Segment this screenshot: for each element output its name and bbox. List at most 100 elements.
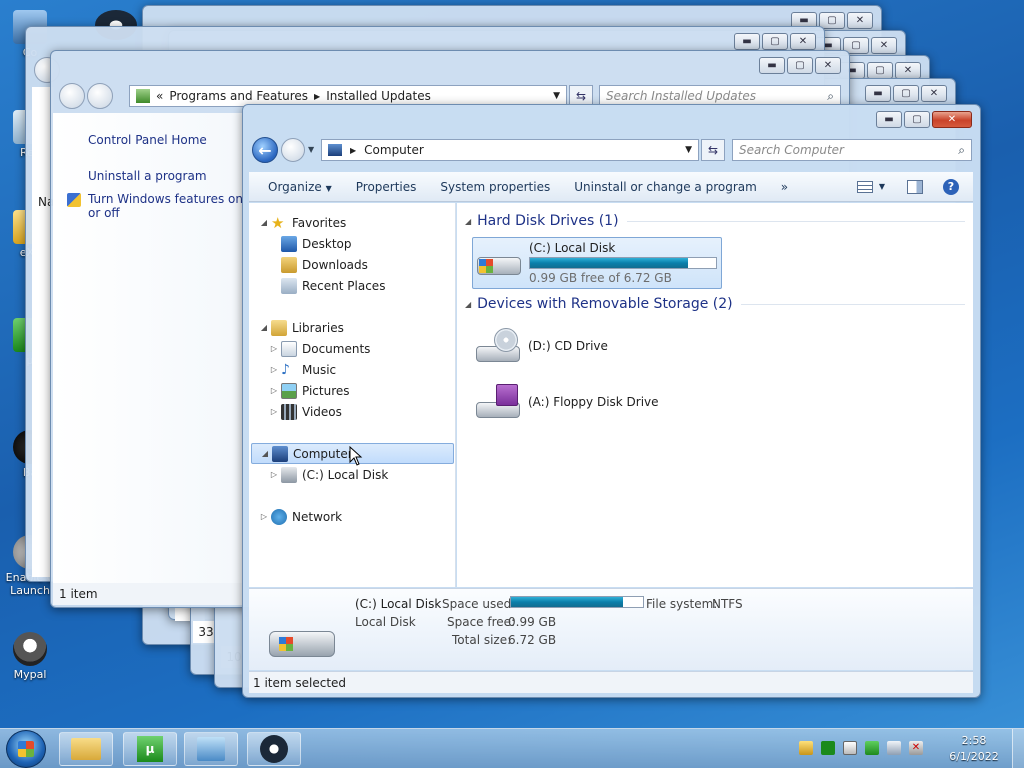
maximize-button[interactable]: ▢ — [893, 85, 919, 102]
close-button[interactable]: ✕ — [871, 37, 897, 54]
document-tray-icon[interactable] — [843, 741, 857, 755]
back-button[interactable]: ← — [252, 137, 278, 163]
desktop-icon-mypal[interactable]: Mypal — [0, 632, 60, 681]
clock[interactable]: 2:58 6/1/2022 — [944, 733, 1004, 765]
maximize-button[interactable]: ▢ — [904, 111, 930, 128]
close-button[interactable]: ✕ — [895, 62, 921, 79]
collapsed-arrow-icon[interactable]: ▷ — [269, 407, 279, 416]
drive-d-tile[interactable]: (D:) CD Drive — [472, 323, 672, 369]
cd-drive-icon — [472, 326, 522, 366]
start-button[interactable] — [6, 730, 46, 768]
recent-pages-chevron-icon[interactable]: ▼ — [308, 145, 314, 154]
task-pane: Control Panel Home Uninstall a program T… — [53, 113, 243, 583]
tree-local-disk[interactable]: ▷ (C:) Local Disk — [269, 464, 388, 485]
taskbar-utorrent-button[interactable]: µ — [123, 732, 177, 766]
collapsed-arrow-icon[interactable]: ▷ — [269, 344, 279, 353]
uninstall-change-button[interactable]: Uninstall or change a program — [562, 180, 769, 194]
breadcrumb-computer[interactable]: Computer — [364, 143, 424, 157]
refresh-icon[interactable]: ⇆ — [701, 139, 725, 161]
details-usage-bar — [510, 596, 644, 608]
collapsed-arrow-icon[interactable]: ▷ — [259, 512, 269, 521]
computer-icon — [328, 144, 342, 156]
group-header-hard-disks[interactable]: ◢ Hard Disk Drives (1) — [465, 213, 965, 229]
network-icon — [271, 508, 287, 525]
chevron-down-icon[interactable]: ▼ — [553, 91, 560, 101]
tree-documents[interactable]: ▷ Documents — [269, 338, 370, 359]
uninstall-program-link[interactable]: Uninstall a program — [88, 169, 207, 183]
details-file-system: NTFS — [712, 597, 743, 611]
control-panel-icon — [136, 89, 150, 103]
minimize-button[interactable]: ▬ — [865, 85, 891, 102]
mouse-cursor-icon — [349, 446, 363, 466]
volume-muted-icon[interactable]: ✕ — [909, 741, 923, 755]
maximize-button[interactable]: ▢ — [867, 62, 893, 79]
taskbar: µ ✕ 2:58 6/1/2022 — [0, 728, 1024, 768]
shield-icon — [67, 193, 81, 207]
tree-favorites[interactable]: ◢ ★ Favorites — [259, 212, 346, 233]
organize-button[interactable]: Organize ▼ — [249, 180, 344, 194]
search-icon[interactable]: ⌕ — [958, 143, 965, 158]
control-panel-home-link[interactable]: Control Panel Home — [88, 133, 207, 147]
taskbar-control-panel-button[interactable] — [184, 732, 238, 766]
forward-button[interactable] — [281, 138, 305, 162]
tree-network[interactable]: ▷ Network — [259, 506, 342, 527]
minimize-button[interactable]: ▬ — [876, 111, 902, 128]
search-icon[interactable]: ⌕ — [827, 89, 834, 104]
close-button[interactable]: ✕ — [921, 85, 947, 102]
change-view-icon[interactable] — [856, 180, 873, 193]
breadcrumb-programs[interactable]: Programs and Features — [169, 89, 308, 103]
tree-pictures[interactable]: ▷ Pictures — [269, 380, 350, 401]
tree-libraries[interactable]: ◢ Libraries — [259, 317, 344, 338]
collapsed-arrow-icon[interactable]: ▷ — [269, 470, 279, 479]
network-tray-icon[interactable] — [887, 741, 901, 755]
drive-c-tile[interactable]: (C:) Local Disk 0.99 GB free of 6.72 GB — [472, 237, 722, 289]
collapsed-arrow-icon[interactable]: ▷ — [269, 386, 279, 395]
tools-tray-icon[interactable] — [799, 741, 813, 755]
maximize-button[interactable]: ▢ — [762, 33, 788, 50]
collapse-group-icon[interactable]: ◢ — [465, 217, 471, 226]
tree-desktop[interactable]: Desktop — [281, 233, 352, 254]
tree-recent-places[interactable]: Recent Places — [281, 275, 385, 296]
close-button[interactable]: ✕ — [847, 12, 873, 29]
drive-a-tile[interactable]: (A:) Floppy Disk Drive — [472, 379, 692, 425]
collapsed-arrow-icon[interactable]: ▷ — [269, 365, 279, 374]
more-commands-button[interactable]: » — [769, 180, 800, 194]
tree-videos[interactable]: ▷ Videos — [269, 401, 342, 422]
help-icon[interactable]: ? — [943, 178, 959, 195]
back-button[interactable] — [59, 83, 85, 109]
system-properties-button[interactable]: System properties — [428, 180, 562, 194]
window-controls: ▬ ▢ ✕ — [876, 111, 972, 128]
action-center-icon[interactable] — [865, 741, 879, 755]
preview-pane-icon[interactable] — [907, 179, 923, 194]
utorrent-tray-icon[interactable] — [821, 741, 835, 755]
forward-button[interactable] — [87, 83, 113, 109]
close-button[interactable]: ✕ — [790, 33, 816, 50]
minimize-button[interactable]: ▬ — [734, 33, 760, 50]
search-input[interactable]: Search Computer ⌕ — [732, 139, 972, 161]
details-total-size: 6.72 GB — [508, 633, 557, 647]
details-drive-type: Local Disk — [355, 615, 416, 629]
close-button[interactable]: ✕ — [932, 111, 972, 128]
windows-features-link[interactable]: Turn Windows features on or off — [88, 192, 244, 220]
floppy-drive-icon — [472, 382, 522, 422]
taskbar-steam-button[interactable] — [247, 732, 301, 766]
hard-disk-windows-icon — [473, 243, 523, 283]
address-bar[interactable]: ▶ Computer ▼ — [321, 139, 699, 161]
tree-music[interactable]: ▷ ♪ Music — [269, 359, 336, 380]
content-pane: ◢ Hard Disk Drives (1) (C:) Local Disk 0… — [457, 203, 973, 587]
desktop-icon — [281, 235, 297, 252]
breadcrumb-installed-updates[interactable]: Installed Updates — [326, 89, 431, 103]
maximize-button[interactable]: ▢ — [787, 57, 813, 74]
show-desktop-button[interactable] — [1012, 729, 1024, 768]
minimize-button[interactable]: ▬ — [759, 57, 785, 74]
chevron-down-icon[interactable]: ▼ — [879, 182, 885, 191]
drive-c-usage-bar — [529, 257, 717, 269]
taskbar-explorer-button[interactable] — [59, 732, 113, 766]
details-space-free: 0.99 GB — [508, 615, 557, 629]
tree-downloads[interactable]: Downloads — [281, 254, 368, 275]
properties-button[interactable]: Properties — [344, 180, 429, 194]
collapse-group-icon[interactable]: ◢ — [465, 300, 471, 309]
group-header-removable[interactable]: ◢ Devices with Removable Storage (2) — [465, 296, 965, 312]
close-button[interactable]: ✕ — [815, 57, 841, 74]
chevron-down-icon[interactable]: ▼ — [685, 145, 692, 155]
